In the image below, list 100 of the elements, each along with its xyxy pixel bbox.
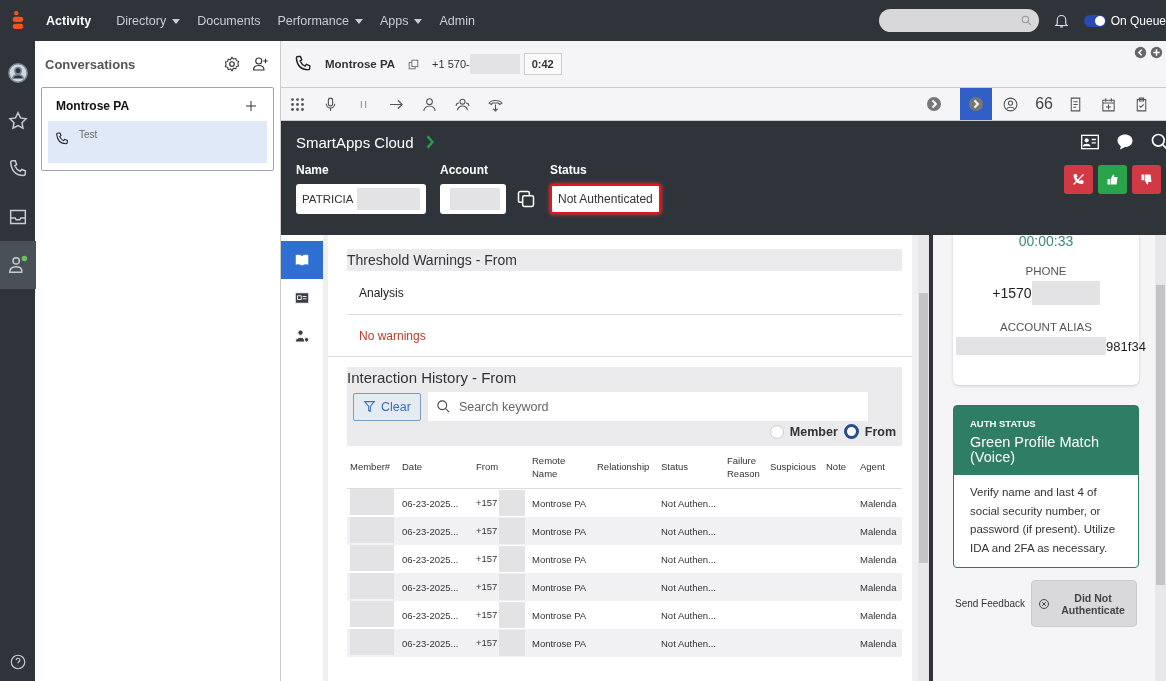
radio-option[interactable]: From	[843, 424, 896, 439]
search-field[interactable]	[878, 9, 1039, 32]
nav-menu-item[interactable]: Admin	[439, 13, 475, 28]
field-label: ACCOUNT ALIAS	[1000, 321, 1092, 333]
next-button[interactable]	[960, 88, 993, 120]
table-cell: Not Authen...	[658, 545, 724, 573]
table-cell: Not Authen...	[658, 629, 724, 657]
contact-card-icon[interactable]	[1080, 132, 1100, 152]
table-cell: 06-23-2025...	[399, 545, 473, 573]
table-cell: 06-23-2025...	[399, 488, 473, 517]
elapsed-timer: 00:00:33	[1018, 235, 1074, 249]
bell-icon[interactable]	[1052, 12, 1070, 29]
caller-phone: +1 570-	[432, 58, 470, 70]
redacted-area	[350, 601, 394, 627]
dialpad-icon[interactable]	[289, 95, 306, 113]
section-title: Interaction History - From	[347, 369, 518, 386]
column-header: Member#	[347, 446, 399, 489]
redacted-area	[450, 188, 500, 210]
status-field[interactable]: Not Authenticated	[550, 184, 661, 214]
redacted-area	[350, 545, 394, 571]
hangup-icon	[1071, 172, 1086, 187]
column-header: Remote Name	[529, 446, 594, 489]
caller-name: Montrose PA	[325, 58, 396, 70]
redacted-area	[499, 630, 526, 656]
calendar-icon[interactable]	[1100, 95, 1117, 113]
redacted-area	[499, 574, 526, 600]
copy-icon[interactable]	[516, 189, 536, 209]
search-icon	[435, 399, 451, 414]
table-cell: 06-23-2025...	[399, 601, 473, 629]
nav-menu-item[interactable]: Apps	[379, 13, 423, 28]
table-cell: Not Authen...	[658, 517, 724, 545]
chevron-circle-icon	[926, 96, 943, 112]
table-cell: Montrose PA	[529, 517, 594, 545]
count-label[interactable]: 66	[1035, 95, 1053, 113]
table-cell: 06-23-2025...	[399, 573, 473, 601]
conversation-item[interactable]: Test	[48, 121, 267, 163]
redacted-area	[499, 490, 526, 516]
app-title: SmartApps Cloud	[296, 133, 414, 151]
radio-option[interactable]: Member	[769, 424, 838, 439]
clear-button[interactable]: Clear	[353, 392, 421, 421]
search-icon[interactable]	[1150, 132, 1166, 152]
hangup-button[interactable]	[1064, 165, 1093, 194]
nav-menu-item[interactable]: Performance	[277, 13, 363, 28]
scrollbar[interactable]	[1155, 235, 1166, 681]
redacted-area	[357, 188, 420, 210]
column-header: Relationship	[594, 446, 658, 489]
column-header: Agent	[857, 446, 902, 489]
table-cell: Malenda	[857, 517, 902, 545]
thumbs-down-button[interactable]	[1132, 165, 1161, 194]
table-cell: Montrose PA	[529, 601, 594, 629]
table-cell: +157	[476, 552, 498, 564]
panel-title: Conversations	[45, 56, 137, 72]
chat-bubble-icon[interactable]	[1115, 132, 1135, 152]
redacted-area	[1031, 281, 1100, 305]
redacted-area	[350, 517, 394, 543]
thumbs-up-icon	[1105, 172, 1120, 187]
collapse-icon[interactable]	[1134, 45, 1147, 59]
phone-icon	[54, 131, 70, 147]
chevron-icon	[425, 134, 434, 150]
table-cell: Not Authen...	[658, 573, 724, 601]
filter-icon	[363, 400, 376, 413]
table-cell: Not Authen...	[658, 601, 724, 629]
feedback-link[interactable]: Send Feedback	[954, 598, 1026, 609]
redacted-area	[350, 629, 394, 655]
field-label: Name	[296, 163, 330, 177]
add-icon[interactable]	[246, 101, 256, 111]
thumbs-up-button[interactable]	[1098, 165, 1127, 194]
add-icon[interactable]	[1150, 45, 1163, 59]
table-cell: Malenda	[857, 545, 902, 573]
column-header: Suspicious	[767, 446, 823, 489]
did-not-authenticate-button[interactable]: Did Not Authenticate	[1031, 580, 1138, 627]
book-tab[interactable]	[281, 241, 323, 279]
queue-toggle[interactable]	[1083, 14, 1106, 27]
table-cell: 06-23-2025...	[399, 629, 473, 657]
nav-menu-item[interactable]: Activity	[46, 13, 92, 28]
scrollbar[interactable]	[918, 235, 929, 681]
thumbs-down-icon	[1139, 172, 1154, 187]
text-field[interactable]	[440, 184, 506, 214]
search-field[interactable]: Search keyword	[427, 392, 868, 421]
field-label: Account	[440, 163, 489, 177]
add-user-icon[interactable]	[252, 55, 270, 73]
column-header: Date	[399, 446, 473, 489]
column-header: Status	[658, 446, 724, 489]
help-icon[interactable]	[8, 653, 27, 671]
redacted-area	[350, 489, 394, 515]
contact-name: Montrose PA	[56, 99, 131, 113]
settings-icon[interactable]	[223, 55, 241, 73]
nav-menu-item[interactable]: Documents	[197, 13, 261, 28]
empty-message: No warnings	[358, 328, 427, 345]
table-cell: +157	[476, 636, 498, 648]
text-field[interactable]: PATRICIA	[296, 184, 426, 214]
nav-menu-item[interactable]: Directory	[116, 13, 181, 28]
table-cell: Malenda	[857, 629, 902, 657]
redacted-area	[499, 546, 526, 572]
agent-icon[interactable]	[0, 241, 36, 289]
table-cell: Malenda	[857, 573, 902, 601]
people-icon[interactable]	[421, 95, 438, 113]
user-circle-icon[interactable]	[1002, 95, 1020, 113]
table-cell: Malenda	[857, 601, 902, 629]
table-cell: Montrose PA	[529, 545, 594, 573]
